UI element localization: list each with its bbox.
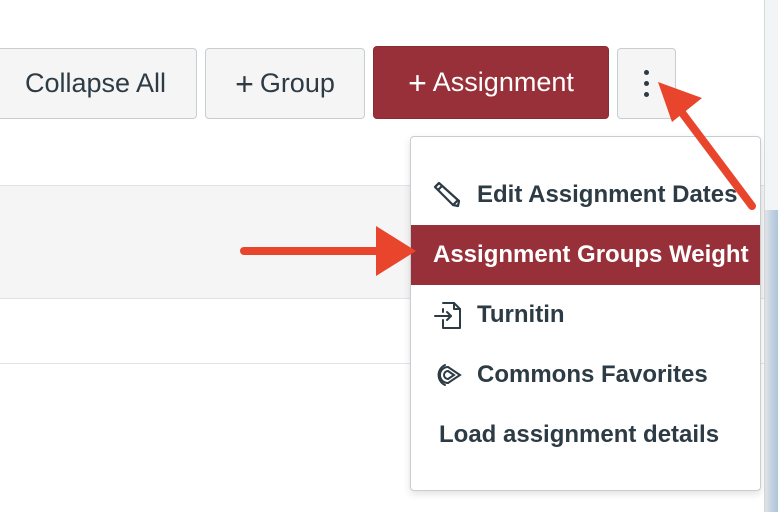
add-assignment-button[interactable]: + Assignment xyxy=(373,46,609,119)
external-tool-icon xyxy=(431,298,465,332)
menu-item-commons-favorites[interactable]: Commons Favorites xyxy=(411,345,760,405)
menu-item-turnitin[interactable]: Turnitin xyxy=(411,285,760,345)
menu-item-label: Turnitin xyxy=(477,301,565,328)
commons-icon xyxy=(431,358,465,392)
collapse-all-button[interactable]: Collapse All xyxy=(0,48,197,119)
pencil-icon xyxy=(431,178,465,212)
plus-icon: + xyxy=(235,65,254,102)
menu-item-label: Assignment Groups Weight xyxy=(433,241,749,268)
menu-item-assignment-groups-weight[interactable]: Assignment Groups Weight xyxy=(411,225,760,285)
arrow-to-groups-weight xyxy=(240,226,416,276)
add-group-label: Group xyxy=(259,68,335,98)
plus-icon: + xyxy=(408,64,427,101)
menu-item-label: Load assignment details xyxy=(439,421,720,448)
arrow-to-more-button xyxy=(658,82,756,210)
collapse-all-label: Collapse All xyxy=(24,68,167,98)
add-assignment-label: Assignment xyxy=(432,67,574,97)
add-group-button[interactable]: + Group xyxy=(205,48,365,119)
menu-item-label: Commons Favorites xyxy=(477,361,708,388)
menu-item-load-assignment-details[interactable]: Load assignment details xyxy=(411,405,760,465)
